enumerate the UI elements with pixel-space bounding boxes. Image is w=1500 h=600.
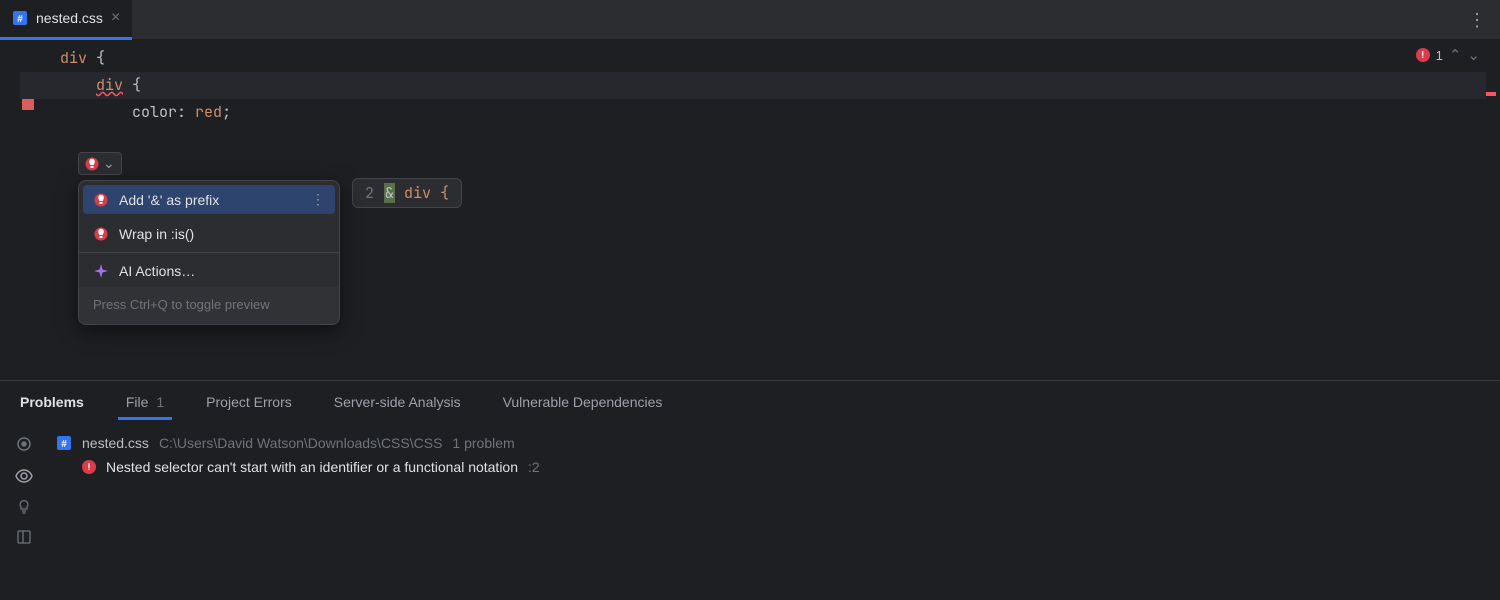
editor-area: div { div { color: red; ! 1 ⌃ ⌄ ⌄ Add '&… (0, 40, 1500, 380)
problem-error-row[interactable]: ! Nested selector can't start with an id… (56, 453, 1492, 475)
error-position: :2 (528, 459, 540, 475)
panel-tab-bar: Problems File1 Project Errors Server-sid… (0, 381, 1500, 423)
error-message: Nested selector can't start with an iden… (106, 459, 518, 475)
svg-text:#: # (61, 439, 67, 450)
editor-tab-bar: # nested.css × ⋮ (0, 0, 1500, 40)
problem-file-row[interactable]: # nested.css C:\Users\David Watson\Downl… (56, 433, 1492, 453)
bulb-error-icon (93, 227, 109, 241)
tab-filename: nested.css (36, 10, 103, 26)
tab-project-errors[interactable]: Project Errors (206, 394, 292, 410)
panel-sidebar (0, 423, 48, 600)
refresh-icon[interactable] (15, 435, 33, 453)
tab-problems[interactable]: Problems (20, 394, 84, 410)
intention-add-prefix[interactable]: Add '&' as prefix ⋮ (83, 185, 335, 214)
problem-file-path: C:\Users\David Watson\Downloads\CSS\CSS (159, 435, 442, 451)
tab-server-analysis[interactable]: Server-side Analysis (334, 394, 461, 410)
more-icon[interactable]: ⋮ (311, 191, 325, 208)
tab-options-icon[interactable]: ⋮ (1468, 11, 1486, 29)
panel-body: # nested.css C:\Users\David Watson\Downl… (0, 423, 1500, 600)
intention-label: AI Actions… (119, 263, 325, 279)
layout-icon[interactable] (16, 529, 32, 545)
svg-text:#: # (17, 14, 23, 25)
preview-line-number: 2 (365, 183, 374, 203)
chevron-down-icon: ⌄ (103, 155, 115, 172)
bulb-icon[interactable] (16, 499, 32, 515)
intention-popup: Add '&' as prefix ⋮ Wrap in :is() AI Act… (78, 180, 340, 325)
bulb-error-icon (85, 157, 99, 171)
error-badge-icon: ! (82, 460, 96, 474)
popup-hint: Press Ctrl+Q to toggle preview (79, 287, 339, 324)
problem-count: 1 problem (452, 435, 514, 451)
problem-file-name: nested.css (82, 435, 149, 451)
problems-list: # nested.css C:\Users\David Watson\Downl… (48, 423, 1500, 600)
intention-ai-actions[interactable]: AI Actions… (79, 255, 339, 287)
breakpoint-marker[interactable] (22, 98, 34, 110)
tab-file[interactable]: File1 (126, 394, 164, 410)
preview-insert-highlight: & (384, 183, 395, 203)
intention-preview: 2 & div { (352, 178, 462, 208)
tab-vulnerable-deps[interactable]: Vulnerable Dependencies (503, 394, 663, 410)
eye-icon[interactable] (15, 467, 33, 485)
intention-label: Wrap in :is() (119, 226, 325, 242)
sparkle-icon (93, 264, 109, 278)
intention-wrap-is[interactable]: Wrap in :is() (79, 218, 339, 250)
bulb-error-icon (93, 193, 109, 207)
editor-tab[interactable]: # nested.css × (0, 0, 132, 40)
close-icon[interactable]: × (111, 9, 120, 27)
problems-panel: Problems File1 Project Errors Server-sid… (0, 380, 1500, 600)
css-file-icon: # (56, 435, 72, 451)
separator (79, 252, 339, 253)
css-file-icon: # (12, 10, 28, 26)
intention-bulb[interactable]: ⌄ (78, 152, 122, 175)
intention-label: Add '&' as prefix (119, 192, 301, 208)
